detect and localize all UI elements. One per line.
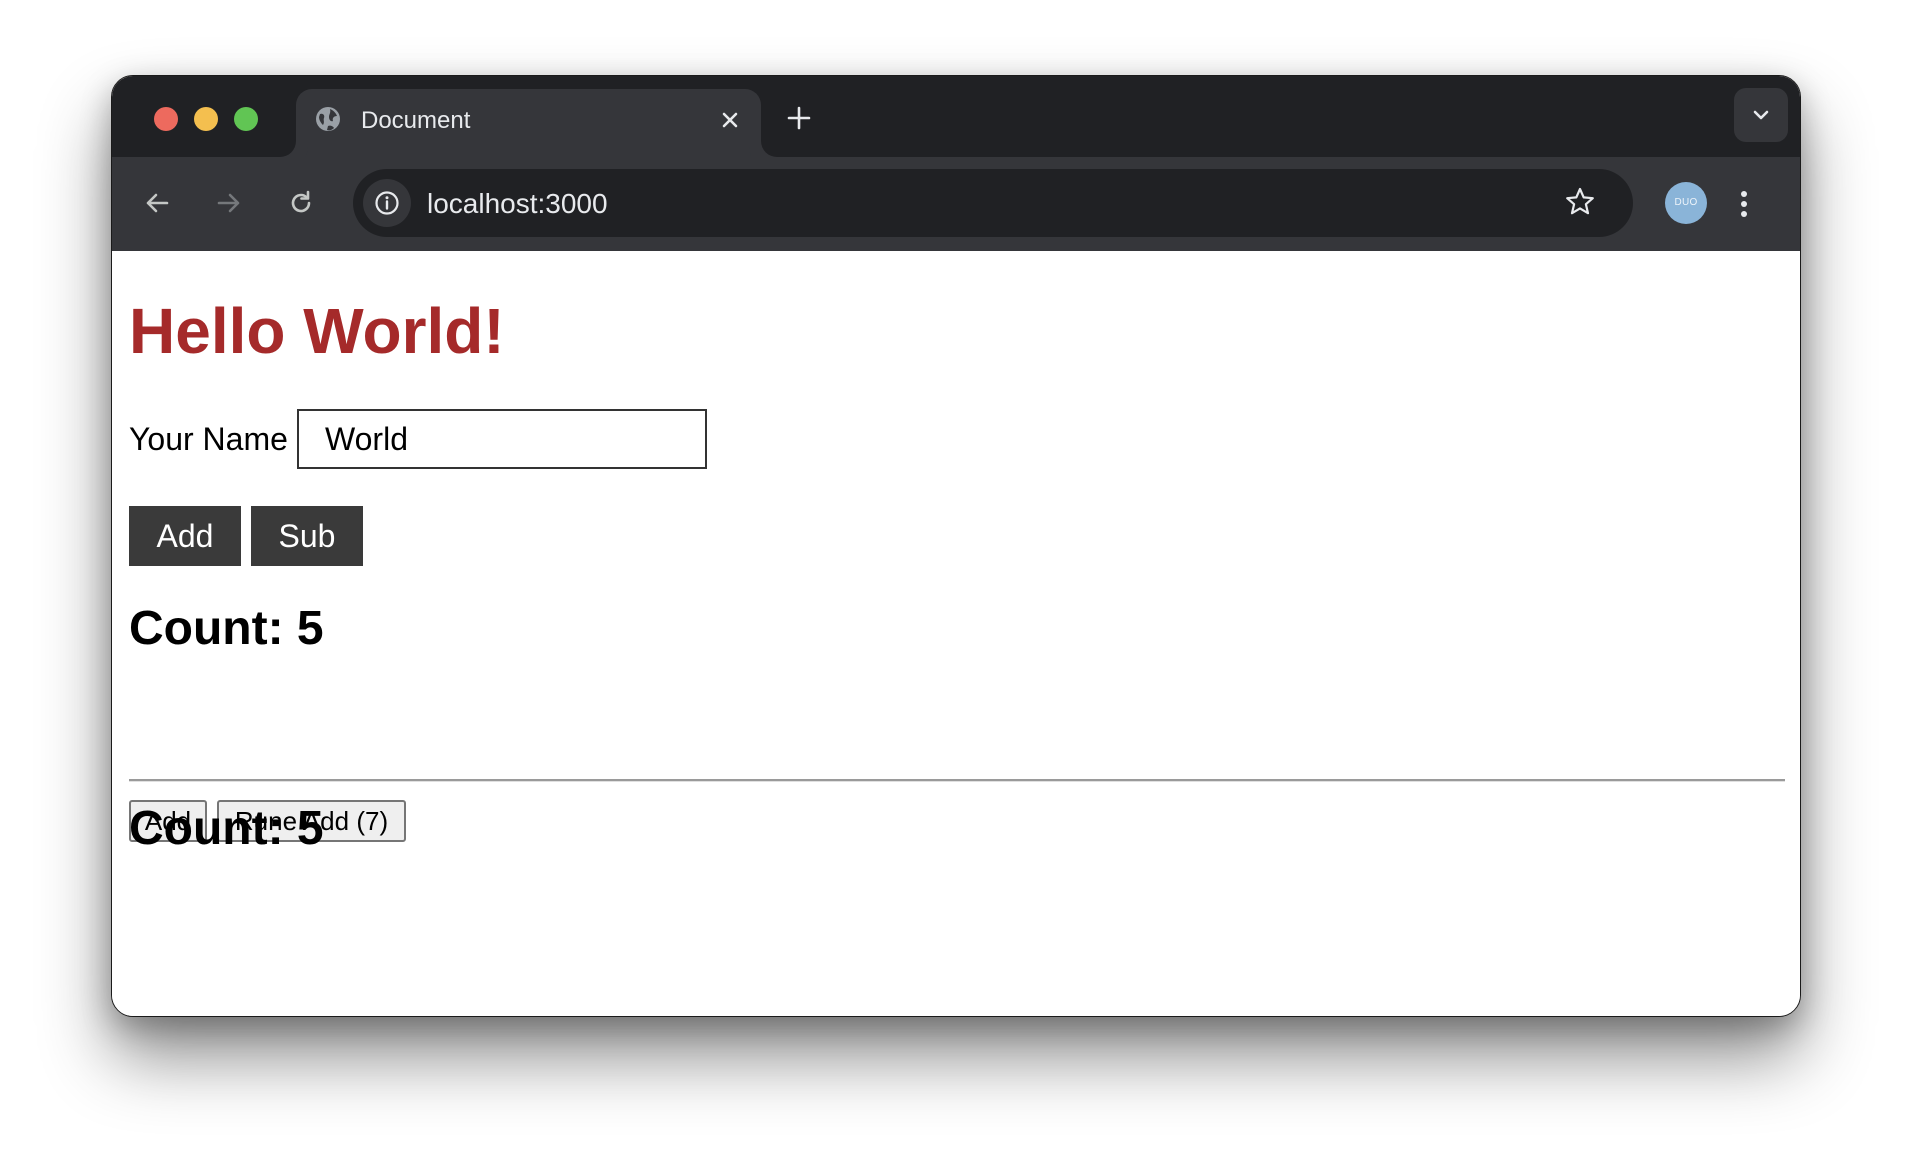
back-arrow-icon[interactable] (139, 185, 175, 221)
name-label: Your Name (129, 421, 288, 457)
close-icon[interactable] (717, 107, 743, 133)
tab-title: Document (361, 107, 471, 134)
close-window-button[interactable] (154, 107, 178, 131)
site-info-button[interactable] (363, 179, 411, 227)
minimize-window-button[interactable] (194, 107, 218, 131)
info-icon (375, 191, 399, 215)
tab-document[interactable]: Document (296, 89, 761, 157)
globe-icon (316, 107, 340, 131)
profile-avatar[interactable]: DUO (1665, 182, 1707, 224)
rune-count-display: Count: 5 (129, 802, 324, 855)
plus-icon[interactable] (784, 103, 814, 133)
name-input[interactable] (297, 409, 707, 469)
add-button[interactable]: Add (129, 506, 241, 566)
browser-toolbar: localhost:3000 DUO (112, 157, 1800, 251)
screenshot-stage: Document localhost:3000 DUO Hello World!… (0, 0, 1912, 1166)
chevron-down-icon (1753, 110, 1769, 120)
page-content: Hello World! Your Name Add Sub Count: 5 … (112, 251, 1800, 1016)
horizontal-divider (129, 779, 1785, 782)
more-vertical-icon[interactable] (1724, 184, 1764, 224)
address-bar[interactable]: localhost:3000 (353, 169, 1633, 237)
browser-window: Document localhost:3000 DUO Hello World!… (111, 75, 1801, 1017)
count-display: Count: 5 (129, 602, 324, 655)
tab-strip: Document (112, 76, 1800, 157)
tab-search-button[interactable] (1734, 88, 1788, 142)
reload-icon[interactable] (283, 185, 319, 221)
forward-arrow-icon[interactable] (211, 185, 247, 221)
maximize-window-button[interactable] (234, 107, 258, 131)
page-title: Hello World! (129, 295, 505, 367)
sub-button[interactable]: Sub (251, 506, 363, 566)
url-text[interactable]: localhost:3000 (427, 188, 608, 220)
bookmark-star-icon[interactable] (1563, 185, 1597, 219)
